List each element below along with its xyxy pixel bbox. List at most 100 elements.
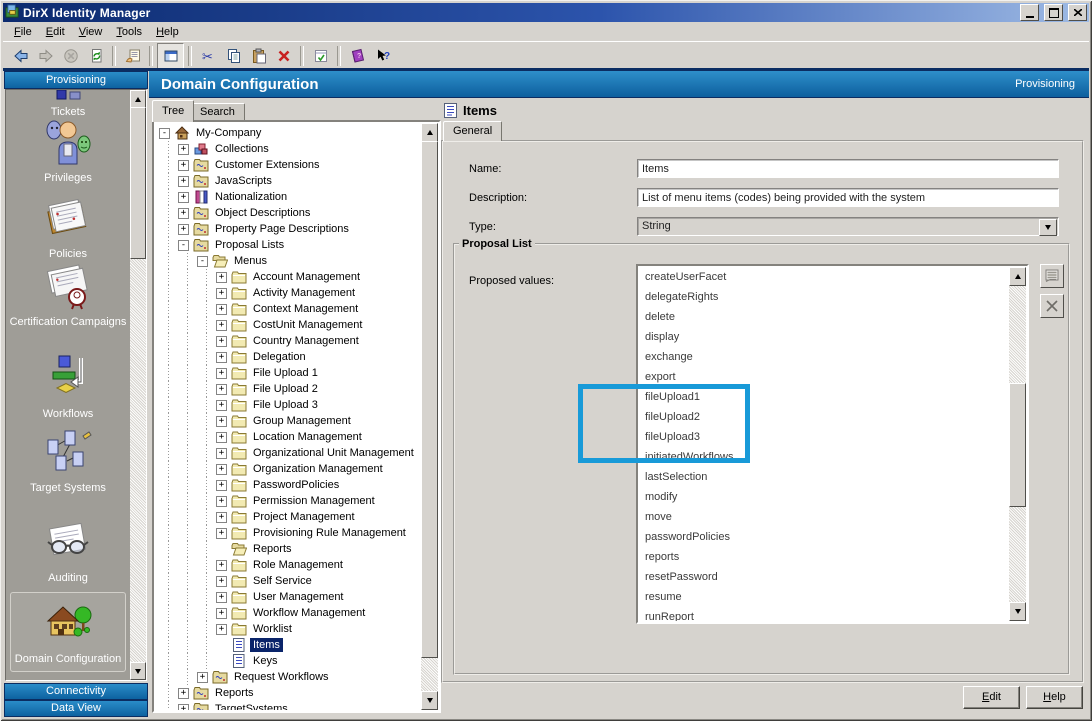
menu-view[interactable]: View bbox=[72, 24, 110, 40]
expand-icon[interactable]: + bbox=[178, 208, 189, 219]
expand-icon[interactable]: + bbox=[216, 384, 227, 395]
tree-node-object-descriptions[interactable]: +Object Descriptions bbox=[155, 205, 420, 221]
expand-icon[interactable]: + bbox=[178, 192, 189, 203]
expand-icon[interactable]: + bbox=[216, 608, 227, 619]
tree-node-activity-management[interactable]: +Activity Management bbox=[155, 285, 420, 301]
tree-node-passwordpolicies[interactable]: +PasswordPolicies bbox=[155, 477, 420, 493]
expand-icon[interactable]: + bbox=[216, 624, 227, 635]
proposal-value[interactable]: runReport bbox=[639, 607, 1008, 621]
tree-node-project-management[interactable]: +Project Management bbox=[155, 509, 420, 525]
tree-node-permission-management[interactable]: +Permission Management bbox=[155, 493, 420, 509]
tree-node-worklist[interactable]: +Worklist bbox=[155, 621, 420, 637]
proposal-value[interactable]: move bbox=[639, 507, 1008, 527]
menu-edit[interactable]: Edit bbox=[39, 24, 72, 40]
sidebar-item-privileges[interactable]: Privileges bbox=[6, 118, 130, 186]
expand-icon[interactable]: + bbox=[216, 336, 227, 347]
tree-node-account-management[interactable]: +Account Management bbox=[155, 269, 420, 285]
tree-node-role-management[interactable]: +Role Management bbox=[155, 557, 420, 573]
sidebar-item-domain-configuration[interactable]: Domain Configuration bbox=[10, 592, 126, 672]
tree-node-context-management[interactable]: +Context Management bbox=[155, 301, 420, 317]
scroll-up-button[interactable] bbox=[421, 123, 438, 142]
expand-icon[interactable]: + bbox=[216, 576, 227, 587]
tree-node-my-company[interactable]: -My-Company bbox=[155, 125, 420, 141]
toolbar-panel-toggle-button[interactable] bbox=[157, 43, 184, 69]
expand-icon[interactable]: + bbox=[216, 352, 227, 363]
proposal-value[interactable]: delegateRights bbox=[639, 287, 1008, 307]
proposal-value[interactable]: export bbox=[639, 367, 1008, 387]
expand-icon[interactable]: + bbox=[178, 688, 189, 699]
tree-node-costunit-management[interactable]: +CostUnit Management bbox=[155, 317, 420, 333]
expand-icon[interactable]: + bbox=[216, 480, 227, 491]
expand-icon[interactable]: + bbox=[216, 416, 227, 427]
edit-values-button[interactable] bbox=[1040, 264, 1064, 288]
scroll-down-button[interactable] bbox=[421, 691, 438, 710]
tree-node-items[interactable]: Items bbox=[155, 637, 420, 653]
tree-node-delegation[interactable]: +Delegation bbox=[155, 349, 420, 365]
scroll-up-button[interactable] bbox=[130, 90, 146, 108]
help-button[interactable]: Help bbox=[1026, 686, 1083, 709]
tree-scrollbar[interactable] bbox=[421, 123, 438, 710]
tree-node-keys[interactable]: Keys bbox=[155, 653, 420, 669]
scroll-thumb[interactable] bbox=[1009, 383, 1026, 507]
scroll-up-button[interactable] bbox=[1009, 267, 1026, 286]
tree-node-country-management[interactable]: +Country Management bbox=[155, 333, 420, 349]
expand-icon[interactable]: + bbox=[216, 432, 227, 443]
toolbar-paste-button[interactable] bbox=[246, 44, 271, 68]
maximize-button[interactable] bbox=[1044, 4, 1063, 21]
description-input[interactable] bbox=[637, 188, 1059, 207]
expand-icon[interactable]: + bbox=[216, 400, 227, 411]
sidebar-item-workflows[interactable]: Workflows bbox=[6, 354, 130, 422]
toolbar-help-book-button[interactable]: ? bbox=[345, 44, 370, 68]
scroll-thumb[interactable] bbox=[130, 107, 146, 259]
proposal-value[interactable]: reports bbox=[639, 547, 1008, 567]
tab-search[interactable]: Search bbox=[190, 103, 245, 121]
toolbar-refresh-button[interactable] bbox=[83, 44, 108, 68]
tree-node-organizational-unit-management[interactable]: +Organizational Unit Management bbox=[155, 445, 420, 461]
menu-tools[interactable]: Tools bbox=[109, 24, 149, 40]
proposal-value[interactable]: createUserFacet bbox=[639, 267, 1008, 287]
tab-tree[interactable]: Tree bbox=[152, 100, 194, 122]
tab-general[interactable]: General bbox=[443, 121, 502, 141]
expand-icon[interactable]: + bbox=[216, 304, 227, 315]
expand-icon[interactable]: + bbox=[216, 448, 227, 459]
expand-icon[interactable]: + bbox=[178, 224, 189, 235]
expand-icon[interactable]: + bbox=[178, 144, 189, 155]
name-input[interactable] bbox=[637, 159, 1059, 178]
sidebar-tab-data-view[interactable]: Data View bbox=[4, 700, 148, 717]
proposal-value[interactable]: fileUpload3 bbox=[639, 427, 1008, 447]
tree-node-provisioning-rule-management[interactable]: +Provisioning Rule Management bbox=[155, 525, 420, 541]
toolbar-delete-button[interactable] bbox=[271, 44, 296, 68]
collapse-icon[interactable]: - bbox=[159, 128, 170, 139]
sidebar-item-tickets[interactable]: Tickets bbox=[6, 90, 130, 120]
proposal-value[interactable]: lastSelection bbox=[639, 467, 1008, 487]
toolbar-copy-button[interactable] bbox=[221, 44, 246, 68]
tree-node-request-workflows[interactable]: +Request Workflows bbox=[155, 669, 420, 685]
expand-icon[interactable]: + bbox=[197, 672, 208, 683]
tree-node-customer-extensions[interactable]: +Customer Extensions bbox=[155, 157, 420, 173]
tree-node-file-upload-1[interactable]: +File Upload 1 bbox=[155, 365, 420, 381]
expand-icon[interactable]: + bbox=[216, 368, 227, 379]
tree-node-collections[interactable]: +Collections bbox=[155, 141, 420, 157]
proposal-value[interactable]: modify bbox=[639, 487, 1008, 507]
expand-icon[interactable]: + bbox=[178, 704, 189, 711]
proposal-value[interactable]: initiatedWorkflows bbox=[639, 447, 1008, 467]
tree-node-self-service[interactable]: +Self Service bbox=[155, 573, 420, 589]
scroll-down-button[interactable] bbox=[130, 662, 146, 680]
proposal-value[interactable]: resume bbox=[639, 587, 1008, 607]
tree-node-reports[interactable]: +Reports bbox=[155, 685, 420, 701]
tree-node-nationalization[interactable]: +Nationalization bbox=[155, 189, 420, 205]
proposal-value[interactable]: resetPassword bbox=[639, 567, 1008, 587]
toolbar-properties-button[interactable] bbox=[120, 44, 145, 68]
tree-node-file-upload-2[interactable]: +File Upload 2 bbox=[155, 381, 420, 397]
menu-file[interactable]: File bbox=[7, 24, 39, 40]
collapse-icon[interactable]: - bbox=[197, 256, 208, 267]
expand-icon[interactable]: + bbox=[216, 320, 227, 331]
delete-value-button[interactable] bbox=[1040, 294, 1064, 318]
sidebar-scrollbar[interactable] bbox=[130, 90, 146, 680]
toolbar-forward-button[interactable] bbox=[33, 44, 58, 68]
type-combobox[interactable]: String bbox=[637, 217, 1059, 236]
title-bar[interactable]: DirX Identity Manager bbox=[3, 3, 1089, 22]
tree-node-reports[interactable]: Reports bbox=[155, 541, 420, 557]
sidebar-tab-connectivity[interactable]: Connectivity bbox=[4, 683, 148, 700]
collapse-icon[interactable]: - bbox=[178, 240, 189, 251]
